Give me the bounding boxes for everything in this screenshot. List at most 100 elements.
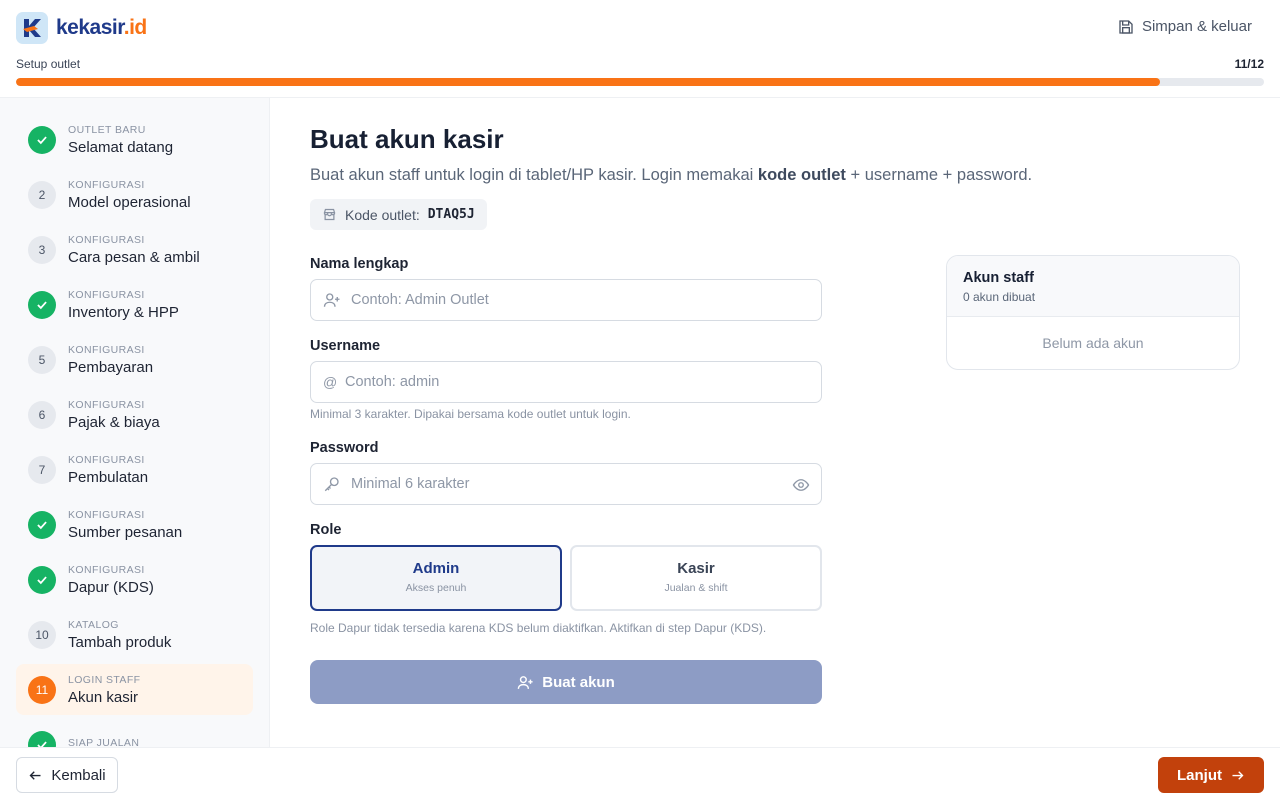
name-field[interactable] [310, 279, 822, 321]
role-kasir-sub: Jualan & shift [664, 582, 728, 594]
steps-sidebar: OUTLET BARU Selamat datang 2 KONFIGURASI Mod… [0, 98, 270, 747]
step-text: KONFIGURASI Inventory & HPP [68, 289, 179, 321]
name-label: Nama lengkap [310, 256, 409, 272]
user-plus-icon [517, 675, 533, 689]
footer: Kembali Lanjut [0, 747, 1280, 800]
sidebar-step-2[interactable]: 2 KONFIGURASI Model operasional [16, 169, 253, 220]
step-category: KONFIGURASI [68, 453, 145, 466]
staff-accounts-panel: Akun staff 0 akun dibuat Belum ada akun [946, 255, 1240, 370]
role-hint: Role Dapur tidak tersedia karena KDS bel… [310, 621, 767, 635]
step-category: KONFIGURASI [68, 288, 145, 301]
brand-name: kekasir.id [56, 16, 147, 39]
sidebar-step-8[interactable]: KONFIGURASI Sumber pesanan [16, 499, 253, 550]
sidebar-step-10[interactable]: 10 KATALOG Tambah produk [16, 609, 253, 660]
name-input[interactable] [351, 292, 771, 308]
step-title: Selamat datang [68, 138, 174, 156]
progress-fill [16, 78, 1161, 86]
save-icon [1119, 19, 1133, 34]
header: kekasir.id Simpan & keluar Setup outlet … [0, 0, 1280, 98]
role-label: Role [310, 522, 342, 538]
password-input[interactable] [351, 476, 771, 492]
check-icon [28, 730, 56, 747]
store-icon [323, 208, 336, 221]
next-label: Lanjut [1177, 766, 1222, 784]
username-label: Username [310, 338, 381, 354]
password-label: Password [310, 440, 379, 456]
user-plus-icon [323, 293, 340, 307]
sidebar-step-7[interactable]: 7 KONFIGURASI Pembulatan [16, 444, 253, 495]
step-title: Pajak & biaya [68, 413, 160, 431]
outlet-code-label: Kode outlet: [345, 206, 420, 223]
step-number: 5 [28, 345, 56, 374]
step-title: Inventory & HPP [68, 303, 179, 321]
step-category: KONFIGURASI [68, 233, 145, 246]
role-admin-name: Admin [412, 560, 460, 577]
next-button[interactable]: Lanjut [1158, 757, 1264, 793]
step-title: Sumber pesanan [68, 523, 183, 541]
sidebar-step-3[interactable]: 3 KONFIGURASI Cara pesan & ambil [16, 224, 253, 275]
sidebar-step-6[interactable]: 6 KONFIGURASI Pajak & biaya [16, 389, 253, 440]
username-hint: Minimal 3 karakter. Dipakai bersama kode… [310, 407, 631, 421]
step-title: Pembayaran [68, 358, 154, 376]
check-icon [28, 125, 56, 154]
sidebar-step-11[interactable]: 11 LOGIN STAFF Akun kasir [16, 664, 253, 715]
arrow-left-icon [29, 770, 41, 780]
progress-label: Setup outlet [16, 57, 81, 71]
step-text: KONFIGURASI Sumber pesanan [68, 509, 182, 541]
check-icon [28, 290, 56, 319]
progress-bar [16, 78, 1264, 86]
step-category: KONFIGURASI [68, 178, 145, 191]
check-icon [28, 565, 56, 594]
step-text: KONFIGURASI Pembulatan [68, 454, 148, 486]
step-text: KONFIGURASI Dapur (KDS) [68, 564, 154, 596]
main-content: Buat akun kasir Buat akun staff untuk lo… [271, 98, 1280, 747]
step-text: KONFIGURASI Cara pesan & ambil [68, 234, 200, 266]
create-account-button[interactable]: Buat akun [310, 660, 822, 704]
step-number: 10 [28, 620, 56, 649]
sidebar-step-9[interactable]: KONFIGURASI Dapur (KDS) [16, 554, 253, 605]
sidebar-step-5[interactable]: 5 KONFIGURASI Pembayaran [16, 334, 253, 385]
arrow-right-icon [1232, 770, 1244, 780]
page-description: Buat akun staff untuk login di tablet/HP… [310, 166, 1033, 184]
key-icon [324, 477, 339, 492]
step-category: OUTLET BARU [68, 123, 146, 136]
at-sign-icon: @ [323, 374, 338, 390]
password-field[interactable] [310, 463, 822, 505]
step-text: KONFIGURASI Pajak & biaya [68, 399, 160, 431]
step-category: KONFIGURASI [68, 343, 145, 356]
create-account-label: Buat akun [542, 673, 615, 691]
eye-icon[interactable] [792, 476, 810, 494]
back-label: Kembali [51, 766, 106, 784]
role-admin-option[interactable]: Admin Akses penuh [310, 545, 562, 611]
staff-panel-title: Akun staff [963, 270, 1034, 286]
step-category: LOGIN STAFF [68, 673, 141, 686]
step-category: KATALOG [68, 618, 119, 631]
role-kasir-option[interactable]: Kasir Jualan & shift [570, 545, 822, 611]
back-button[interactable]: Kembali [16, 757, 118, 793]
brand-logo[interactable]: kekasir.id [16, 12, 147, 44]
step-number: 3 [28, 235, 56, 264]
step-title: Cara pesan & ambil [68, 248, 200, 266]
step-text: KONFIGURASI Pembayaran [68, 344, 153, 376]
step-number: 7 [28, 455, 56, 484]
save-exit-label: Simpan & keluar [1141, 18, 1252, 35]
sidebar-step-4[interactable]: KONFIGURASI Inventory & HPP [16, 279, 253, 330]
step-number: 2 [28, 180, 56, 209]
outlet-code-badge: Kode outlet: DTAQ5J [310, 199, 487, 230]
step-title: Tambah produk [68, 633, 172, 651]
sidebar-step-12[interactable]: SIAP JUALAN [16, 719, 253, 747]
step-category: KONFIGURASI [68, 563, 145, 576]
staff-empty-state: Belum ada akun [1042, 335, 1144, 351]
username-field[interactable]: @ [310, 361, 822, 403]
check-icon [28, 510, 56, 539]
progress-count: 11/12 [1234, 57, 1264, 71]
step-category: KONFIGURASI [68, 398, 145, 411]
step-number: 6 [28, 400, 56, 429]
step-number: 11 [28, 675, 56, 704]
sidebar-step-1[interactable]: OUTLET BARU Selamat datang [16, 114, 253, 165]
save-exit-button[interactable]: Simpan & keluar [1118, 18, 1252, 35]
staff-panel-header: Akun staff 0 akun dibuat [947, 256, 1239, 317]
username-input[interactable] [345, 374, 765, 390]
staff-account-count: 0 akun dibuat [963, 290, 1036, 304]
step-category: KONFIGURASI [68, 508, 145, 521]
